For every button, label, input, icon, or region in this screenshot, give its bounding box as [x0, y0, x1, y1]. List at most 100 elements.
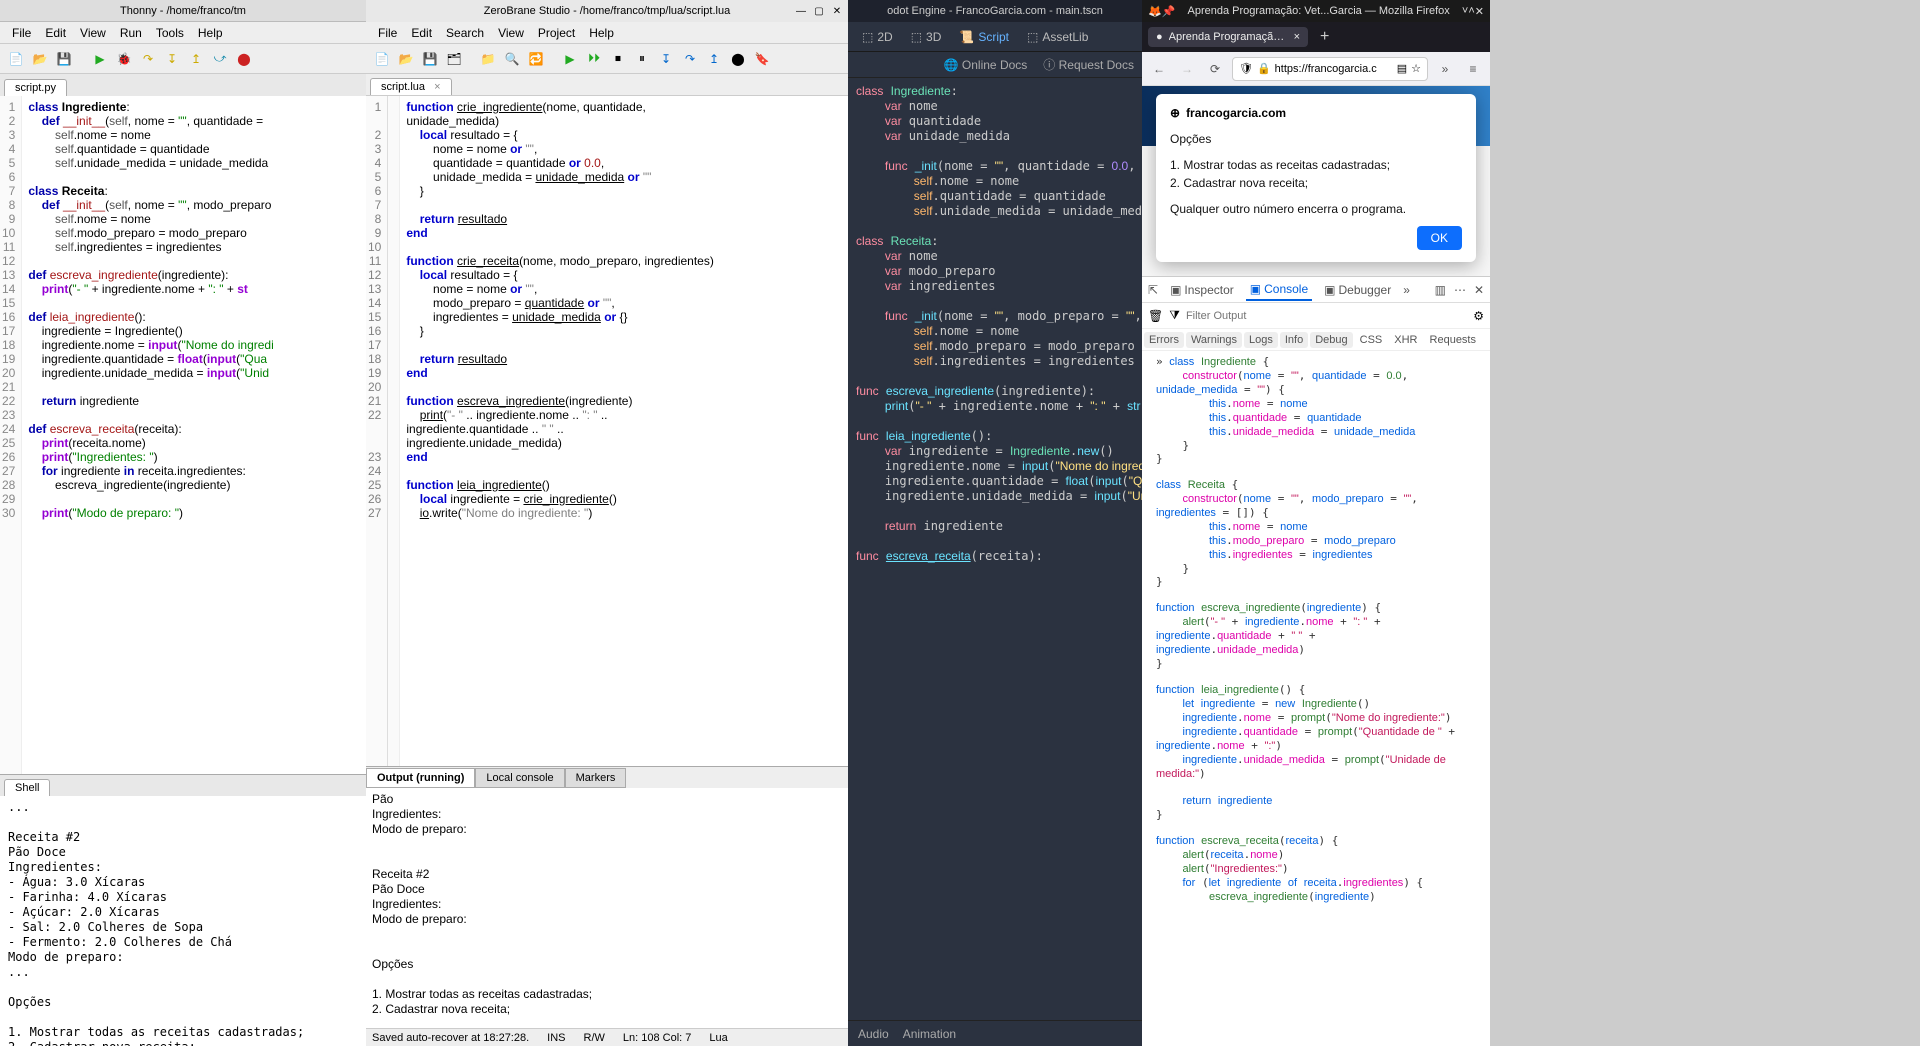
menu-run[interactable]: Run [114, 24, 148, 42]
app-menu-icon[interactable]: ≡ [1462, 58, 1484, 80]
minimize-icon[interactable]: — [794, 4, 808, 18]
menu-edit[interactable]: Edit [405, 24, 438, 42]
filter-cat-warnings[interactable]: Warnings [1186, 332, 1242, 348]
menu-project[interactable]: Project [532, 24, 581, 42]
menu-view[interactable]: View [492, 24, 530, 42]
devtools-dock-icon[interactable]: ▥ [1435, 283, 1446, 297]
back-icon[interactable]: ← [1148, 58, 1170, 80]
tab-close-icon[interactable]: × [434, 81, 440, 93]
close-icon[interactable]: ✕ [830, 4, 844, 18]
console-filter-input[interactable] [1186, 307, 1467, 325]
filter-cat-xhr[interactable]: XHR [1389, 332, 1422, 348]
filter-funnel-icon[interactable]: ⧩ [1169, 308, 1180, 323]
save-icon[interactable]: 💾 [420, 49, 440, 69]
debug-icon[interactable]: 🐞 [114, 49, 134, 69]
stop-icon[interactable]: ⏹ [608, 49, 628, 69]
menu-help[interactable]: Help [192, 24, 229, 42]
menu-search[interactable]: Search [440, 24, 490, 42]
menu-edit[interactable]: Edit [39, 24, 72, 42]
menu-view[interactable]: View [74, 24, 112, 42]
run-icon[interactable]: ▶ [560, 49, 580, 69]
step-over-icon[interactable]: ↷ [680, 49, 700, 69]
workspace-2d[interactable]: ⬚ 2D [856, 26, 899, 48]
output-tab[interactable]: Output (running) [366, 768, 475, 788]
open-file-icon[interactable]: 📂 [396, 49, 416, 69]
tab-console[interactable]: ▣Console [1246, 279, 1312, 301]
menu-file[interactable]: File [372, 24, 403, 42]
workspace-3d[interactable]: ⬚ 3D [905, 26, 948, 48]
zerobrane-code-editor[interactable]: 1 2 3 4 5 6 7 8 9 10 11 12 13 14 15 16 1… [366, 96, 848, 766]
filter-cat-css[interactable]: CSS [1355, 332, 1388, 348]
forward-icon[interactable]: → [1176, 58, 1198, 80]
open-file-icon[interactable]: 📂 [30, 49, 50, 69]
toggle-breakpoint-icon[interactable]: ⬤ [728, 49, 748, 69]
docs-link[interactable]: ⓘ Request Docs [1043, 56, 1134, 73]
reader-icon[interactable]: ▤ [1397, 62, 1407, 75]
overflow-icon[interactable]: » [1434, 58, 1456, 80]
break-icon[interactable]: ⏸ [632, 49, 652, 69]
step-into-icon[interactable]: ↧ [162, 49, 182, 69]
tab-close-icon[interactable]: × [1294, 31, 1300, 43]
zb-file-tab[interactable]: script.lua × [370, 78, 452, 95]
bottom-tab-audio[interactable]: Audio [858, 1027, 889, 1041]
shield-icon[interactable]: 🛡 [1239, 62, 1253, 75]
filter-cat-debug[interactable]: Debug [1310, 332, 1352, 348]
filter-cat-requests[interactable]: Requests [1425, 332, 1481, 348]
inspector-pick-icon[interactable]: ⇱ [1148, 283, 1158, 297]
trash-icon[interactable]: 🗑 [1148, 309, 1163, 323]
maximize-icon[interactable]: ▢ [812, 4, 826, 18]
zerobrane-titlebar[interactable]: ZeroBrane Studio - /home/franco/tmp/lua/… [366, 0, 848, 22]
filter-cat-logs[interactable]: Logs [1244, 332, 1278, 348]
tab-inspector[interactable]: ▣Inspector [1166, 280, 1238, 300]
output-tab[interactable]: Markers [565, 768, 627, 788]
thonny-titlebar[interactable]: Thonny - /home/franco/tm [0, 0, 366, 22]
filter-cat-errors[interactable]: Errors [1144, 332, 1184, 348]
new-tab-button[interactable]: + [1314, 28, 1335, 46]
find-icon[interactable]: 🔍 [502, 49, 522, 69]
devtools-close-icon[interactable]: ✕ [1474, 283, 1484, 297]
devtools-menu-icon[interactable]: ⋯ [1454, 283, 1466, 297]
code-content[interactable]: class Ingrediente: def __init__(self, no… [22, 96, 279, 774]
close-icon[interactable]: ✕ [1475, 5, 1484, 18]
project-dir-icon[interactable]: 📁 [478, 49, 498, 69]
console-settings-icon[interactable]: ⚙ [1473, 309, 1484, 323]
fold-column[interactable] [388, 96, 400, 766]
pin-icon[interactable]: 📌 [1162, 5, 1176, 18]
run-icon[interactable]: ▶ [90, 49, 110, 69]
save-all-icon[interactable]: 🗂 [444, 49, 464, 69]
shell-tab[interactable]: Shell [4, 779, 50, 796]
thonny-shell-output[interactable]: ... Receita #2 Pão Doce Ingredientes: - … [0, 796, 366, 1046]
step-out-icon[interactable]: ↥ [186, 49, 206, 69]
save-file-icon[interactable]: 💾 [54, 49, 74, 69]
replace-icon[interactable]: 🔁 [526, 49, 546, 69]
godot-titlebar[interactable]: odot Engine - FrancoGarcia.com - main.ts… [848, 0, 1142, 22]
run-continue-icon[interactable]: ⏵⏵ [584, 49, 604, 69]
tabs-overflow-icon[interactable]: » [1403, 283, 1410, 297]
resume-icon[interactable]: ⤻ [210, 49, 230, 69]
bookmark-star-icon[interactable]: ☆ [1411, 62, 1421, 75]
zerobrane-output[interactable]: Pão Ingredientes: Modo de preparo: Recei… [366, 788, 848, 1028]
thonny-code-editor[interactable]: 1 2 3 4 5 6 7 8 9 10 11 12 13 14 15 16 1… [0, 96, 366, 774]
filter-cat-info[interactable]: Info [1280, 332, 1308, 348]
new-file-icon[interactable]: 📄 [372, 49, 392, 69]
thonny-file-tab[interactable]: script.py [4, 79, 67, 96]
console-output[interactable]: » class Ingrediente { constructor(nome =… [1142, 351, 1490, 1046]
step-into-icon[interactable]: ↧ [656, 49, 676, 69]
tab-debugger[interactable]: ▣Debugger [1320, 280, 1395, 300]
step-over-icon[interactable]: ↷ [138, 49, 158, 69]
workspace-assetlib[interactable]: ⬚ AssetLib [1021, 26, 1094, 48]
firefox-titlebar[interactable]: 🦊 📌 Aprenda Programação: Vet...Garcia — … [1142, 0, 1490, 22]
reload-icon[interactable]: ⟳ [1204, 58, 1226, 80]
workspace-script[interactable]: 📜 Script [953, 26, 1015, 48]
docs-link[interactable]: 🌐 Online Docs [944, 58, 1028, 72]
bookmark-icon[interactable]: 🔖 [752, 49, 772, 69]
menu-tools[interactable]: Tools [150, 24, 190, 42]
prompt-ok-button[interactable]: OK [1417, 226, 1462, 250]
browser-tab[interactable]: ● Aprenda Programação: Vetor × [1148, 27, 1308, 47]
step-out-icon[interactable]: ↥ [704, 49, 724, 69]
menu-help[interactable]: Help [583, 24, 620, 42]
url-bar[interactable]: 🛡 🔒 https://francogarcia.c ▤ ☆ [1232, 57, 1428, 81]
bottom-tab-animation[interactable]: Animation [903, 1027, 956, 1041]
stop-icon[interactable]: ⬤ [234, 49, 254, 69]
menu-file[interactable]: File [6, 24, 37, 42]
